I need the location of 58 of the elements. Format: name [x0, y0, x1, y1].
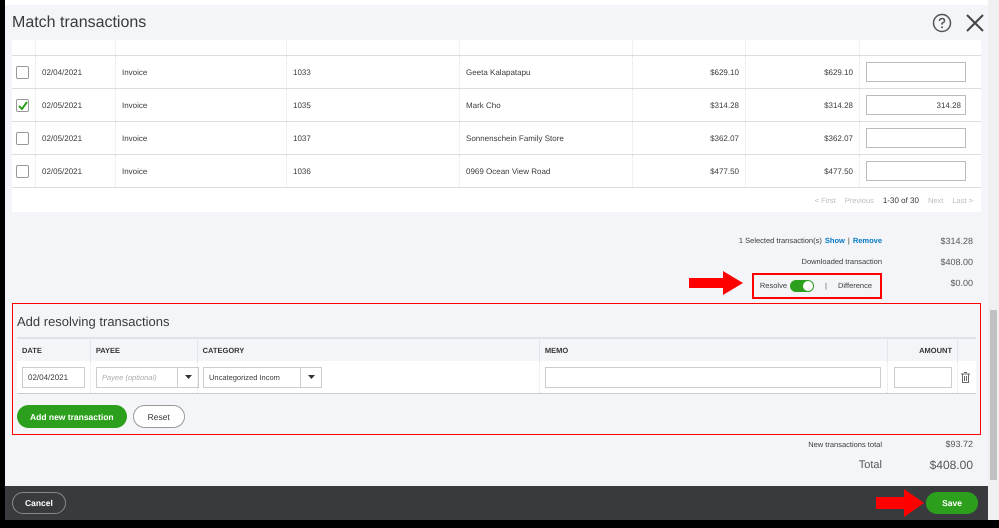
total-amount: $408.00	[928, 458, 974, 472]
page-range: 1-30 of 30	[882, 196, 919, 204]
table-cell: 1037	[293, 134, 311, 142]
table-cell: $362.07	[710, 134, 739, 142]
close-icon[interactable]	[966, 14, 984, 32]
payment-field[interactable]	[866, 128, 966, 148]
payment-field[interactable]: 314.28	[866, 95, 966, 115]
table-cell: $314.28	[824, 100, 853, 110]
new-total-amount: $93.72	[944, 439, 974, 449]
table-cell: $629.10	[824, 68, 853, 76]
arrow-icon	[876, 489, 924, 517]
table-cell: Invoice	[122, 134, 148, 142]
table-cell: Invoice	[122, 68, 148, 76]
table-cell: 1036	[293, 166, 311, 176]
memo-field[interactable]	[545, 366, 882, 388]
date-field[interactable]: 02/04/2021	[22, 366, 85, 388]
table-cell: $629.10	[710, 68, 739, 76]
table-cell: 02/05/2021	[42, 134, 82, 142]
resolve-toggle[interactable]	[790, 280, 814, 292]
table-cell: 0969 Ocean View Road	[466, 166, 550, 176]
add-transaction-button[interactable]: Add new transaction	[17, 405, 127, 428]
table-cell: 1035	[293, 100, 311, 110]
save-button[interactable]: Save	[926, 492, 978, 514]
difference-amount: $0.00	[949, 278, 974, 288]
row-checkbox[interactable]	[16, 66, 29, 78]
caret-icon	[308, 375, 314, 379]
section-title: Add resolving transactions	[17, 314, 170, 329]
row-checkbox[interactable]	[16, 164, 29, 178]
table-cell: Invoice	[122, 100, 148, 110]
table-cell: $477.50	[824, 166, 853, 176]
reset-button[interactable]: Reset	[132, 405, 185, 428]
table-cell: $362.07	[824, 134, 853, 142]
cancel-button[interactable]: Cancel	[12, 492, 66, 514]
table-cell: 02/04/2021	[42, 68, 82, 76]
arrow-icon	[688, 270, 743, 294]
trash-icon[interactable]	[961, 372, 970, 382]
table-cell: Geeta Kalapatapu	[466, 68, 530, 76]
help-icon[interactable]	[932, 12, 952, 32]
row-checkbox[interactable]	[16, 132, 29, 144]
table-cell: Mark Cho	[466, 100, 501, 110]
payment-field[interactable]	[866, 161, 966, 181]
scrollbar-thumb[interactable]	[990, 310, 997, 480]
caret-icon	[184, 375, 192, 379]
window-title: Match transactions	[12, 14, 146, 32]
table-cell: Sonnenschein Family Store	[466, 134, 564, 142]
row-checkbox[interactable]	[16, 98, 29, 112]
table-cell: Invoice	[122, 166, 148, 176]
scrollbar[interactable]	[988, 0, 999, 520]
table-cell: 02/05/2021	[42, 166, 82, 176]
table-cell: 1033	[293, 68, 311, 76]
total-label: Total	[858, 459, 882, 471]
amount-field[interactable]	[894, 366, 952, 388]
table-cell: $314.28	[710, 100, 739, 110]
selected-amount: $314.28	[939, 236, 974, 246]
table-cell: $477.50	[710, 166, 739, 176]
payment-field[interactable]	[866, 62, 966, 82]
downloaded-amount: $408.00	[939, 256, 974, 266]
table-cell: 02/05/2021	[42, 100, 82, 110]
